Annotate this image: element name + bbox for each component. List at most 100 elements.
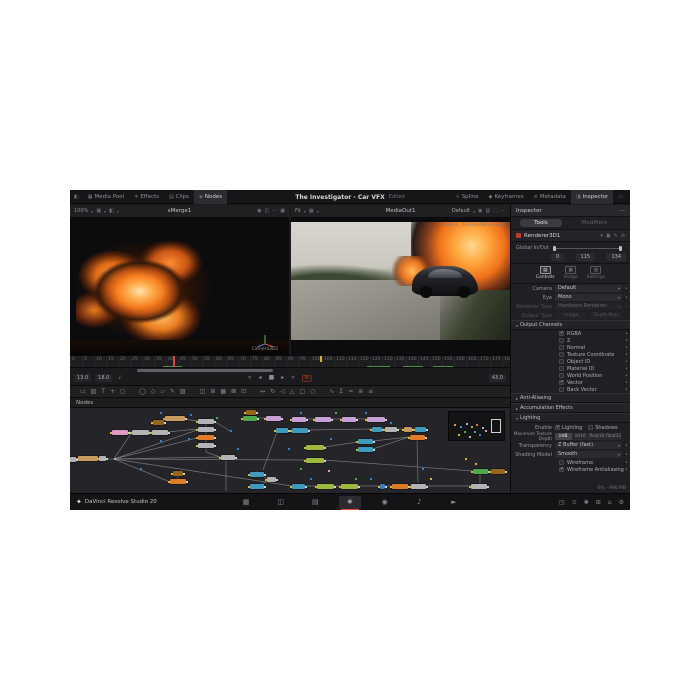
renderer-type-select[interactable]: Hardware Renderer (555, 303, 622, 310)
section-accumulation-effects[interactable]: ▸Accumulation Effects (511, 403, 630, 413)
left-viewer-option-icon-3[interactable]: ▣ (280, 208, 285, 214)
tool-icon-25[interactable]: ≡ (368, 389, 373, 395)
tool-icon-7[interactable]: ▱ (160, 389, 165, 395)
audio-mute-icon[interactable]: ♪ (118, 376, 121, 381)
tool-icon-1[interactable]: ▧ (91, 389, 97, 395)
graph-node[interactable] (317, 484, 334, 489)
tool-icon-12[interactable]: ▦ (220, 389, 226, 395)
tool-icon-2[interactable]: T (101, 389, 105, 395)
graph-node[interactable] (221, 455, 235, 460)
inspector-tab-controls[interactable]: ▤Controls (536, 266, 555, 280)
left-viewer-option-icon-1[interactable]: ◫ (265, 208, 270, 214)
range-start-field[interactable]: 13.0 (74, 374, 91, 382)
graph-node[interactable] (70, 457, 76, 462)
titlebar-button-clips[interactable]: ▤Clips (164, 190, 194, 204)
texture-depth-float16[interactable]: float16 (589, 433, 606, 440)
checkbox[interactable]: ✓ (559, 380, 564, 385)
right-viewer-lut-select[interactable]: Default (452, 208, 470, 214)
node-graph-minimap[interactable] (448, 411, 505, 441)
tool-icon-3[interactable]: + (110, 389, 115, 395)
status-icon-2[interactable]: ✱ (584, 499, 589, 506)
status-icon-3[interactable]: ⊞ (596, 499, 601, 506)
tool-icon-21[interactable]: ∿ (329, 389, 334, 395)
graph-node[interactable] (152, 430, 168, 435)
inspector-tab-image[interactable]: ▦Image (564, 266, 578, 280)
right-viewer-zoom-select[interactable]: Fit (295, 208, 301, 214)
tool-icon-10[interactable]: ◫ (200, 389, 206, 395)
graph-node[interactable] (410, 435, 425, 440)
tool-icon-22[interactable]: Σ (339, 389, 343, 395)
timeline-marker[interactable] (320, 356, 322, 362)
tool-icon-13[interactable]: ⊠ (231, 389, 236, 395)
global-in-out-value-2[interactable]: 134 (606, 253, 626, 261)
graph-node[interactable] (198, 427, 214, 432)
shading-model-select[interactable]: Smooth (555, 451, 622, 458)
output-type-image-button[interactable]: Image (555, 312, 588, 319)
current-frame-field[interactable]: 43.0 (489, 374, 506, 382)
global-in-out-value-0[interactable]: 0 (551, 253, 564, 261)
status-icon-4[interactable]: ⌂ (608, 499, 612, 506)
tool-icon-0[interactable]: ▭ (80, 389, 86, 395)
camera-select[interactable]: Default (555, 285, 622, 292)
graph-node[interactable] (341, 484, 358, 489)
tool-icon-14[interactable]: ⊡ (241, 389, 246, 395)
inspector-tab-settings[interactable]: ▥Settings (587, 266, 605, 280)
graph-node[interactable] (292, 484, 305, 489)
titlebar-button-effects[interactable]: ✳Effects (129, 190, 164, 204)
page-fairlight[interactable]: ♪ (408, 496, 430, 509)
graph-node[interactable] (112, 430, 128, 435)
titlebar-button-metadata[interactable]: ≡Metadata (529, 190, 571, 204)
graph-node[interactable] (473, 469, 488, 474)
graph-node[interactable] (243, 416, 257, 421)
left-viewer-option-icon-0[interactable]: ◉ (257, 208, 261, 214)
graph-node[interactable] (385, 427, 397, 432)
graph-node[interactable] (99, 456, 106, 461)
graph-node[interactable] (306, 445, 324, 450)
graph-node[interactable] (404, 427, 412, 432)
graph-node[interactable] (250, 484, 264, 489)
checkbox[interactable] (559, 387, 564, 392)
left-viewer-option-icon-2[interactable]: ⋯ (272, 208, 277, 214)
texture-depth-int8[interactable]: int8 (555, 433, 572, 440)
checkbox[interactable] (559, 373, 564, 378)
graph-node[interactable] (358, 447, 373, 452)
right-viewer-option-icon-3[interactable]: ⋯ (501, 208, 506, 214)
graph-node[interactable] (132, 430, 149, 435)
graph-node[interactable] (173, 471, 183, 476)
page-media[interactable]: ▦ (235, 496, 257, 509)
texture-depth-float32[interactable]: float32 (605, 433, 622, 440)
checkbox[interactable] (559, 359, 564, 364)
tab-modifiers[interactable]: Modifiers (568, 219, 621, 227)
inspector-menu-icon[interactable]: ⋯ (620, 208, 626, 214)
graph-node[interactable] (471, 484, 487, 489)
left-viewer-channel-icon[interactable]: ▦ (96, 208, 101, 214)
global-in-out-slider[interactable] (553, 248, 622, 249)
expand-window-icon[interactable]: ▭ (613, 190, 628, 204)
graph-node[interactable] (411, 484, 426, 489)
time-ruler[interactable]: 0510152025303540455055606570758085909510… (70, 355, 510, 368)
loop-button[interactable]: ↻ (302, 375, 312, 382)
tool-icon-16[interactable]: ↻ (270, 389, 275, 395)
step-back-button[interactable]: ◂ (259, 375, 262, 381)
tool-icon-20[interactable]: ○ (310, 389, 315, 395)
left-viewer-options-icon[interactable]: ◧ (109, 208, 114, 214)
node-header-icon-3[interactable]: ⊘ (621, 233, 625, 239)
status-icon-1[interactable]: ⊙ (572, 499, 577, 506)
section-lighting[interactable]: ▾Lighting (511, 413, 630, 423)
checkbox[interactable]: ✓ (559, 467, 564, 472)
tool-icon-15[interactable]: ↔ (260, 389, 265, 395)
tool-icon-18[interactable]: △ (290, 389, 295, 395)
node-graph[interactable] (70, 408, 510, 493)
checkbox[interactable] (559, 345, 564, 350)
graph-node[interactable] (276, 428, 288, 433)
tool-icon-9[interactable]: ▨ (180, 389, 186, 395)
tool-icon-11[interactable]: ⊞ (210, 389, 215, 395)
transparency-select[interactable]: Z Buffer (fast) (555, 442, 622, 449)
viewer-splitter[interactable] (289, 218, 291, 355)
graph-node[interactable] (198, 435, 214, 440)
graph-node[interactable] (292, 417, 306, 422)
titlebar-button-media-pool[interactable]: ▦Media Pool (83, 190, 129, 204)
tool-icon-4[interactable]: ◻ (120, 389, 125, 395)
first-frame-button[interactable]: « (248, 375, 252, 381)
right-viewer-option-icon-1[interactable]: ▥ (486, 208, 491, 214)
